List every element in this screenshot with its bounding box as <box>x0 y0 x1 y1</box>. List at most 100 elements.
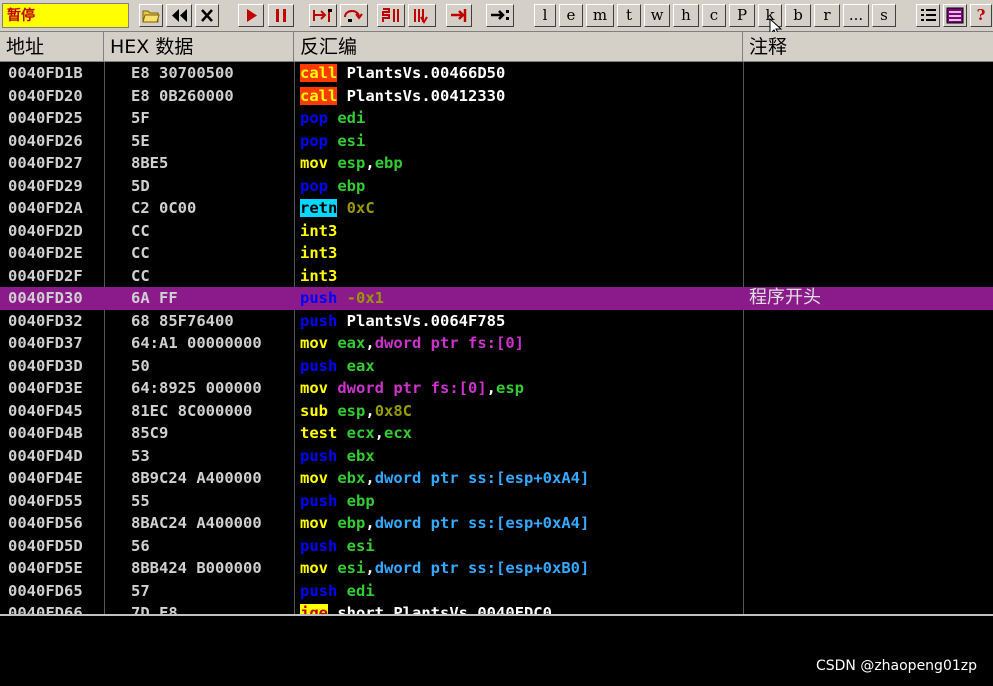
disasm-cell: int3 <box>300 220 337 243</box>
table-row[interactable]: 0040FD2D CC int3 <box>0 220 993 243</box>
table-row[interactable]: 0040FD1B E8 30700500 call PlantsVs.00466D5… <box>0 62 993 85</box>
operand: ebp <box>346 491 375 510</box>
close-process-icon[interactable] <box>195 4 219 27</box>
info-pane[interactable]: CSDN @zhaopeng01zp <box>0 614 993 686</box>
table-row[interactable]: 0040FD32 68 85F76400 push PlantsVs.0064F78… <box>0 310 993 333</box>
toolbar-letter-e[interactable]: e <box>559 4 583 27</box>
disasm-cell: mov ebx,dword ptr ss:[esp+0xA4] <box>300 467 589 490</box>
column-header-address[interactable]: 地址 <box>0 32 104 61</box>
operand-space <box>328 177 337 195</box>
operand: edi <box>337 109 366 127</box>
table-row[interactable]: 0040FD2E CC int3 <box>0 242 993 265</box>
operand-space <box>337 289 346 307</box>
mnemonic: push <box>300 581 338 600</box>
column-header-hex[interactable]: HEX 数据 <box>104 32 294 61</box>
address-cell: 0040FD29 <box>8 176 83 195</box>
hex-cell: 85C9 <box>131 424 169 442</box>
toolbar-letter-P[interactable]: P <box>729 4 755 27</box>
table-row[interactable]: 0040FD20 E8 0B260000 call PlantsVs.0041233… <box>0 85 993 108</box>
step-over-icon[interactable] <box>340 4 368 27</box>
address-cell: 0040FD2A <box>8 199 83 217</box>
table-row[interactable]: 0040FD4B 85C9 test ecx,ecx <box>0 422 993 445</box>
table-row[interactable]: 0040FD3D 50 push eax <box>0 355 993 378</box>
table-row[interactable]: 0040FD55 55 push ebp <box>0 490 993 513</box>
table-row[interactable]: 0040FD56 8BAC24 A400000 mov ebp,dword ptr … <box>0 512 993 535</box>
table-row[interactable]: 0040FD45 81EC 8C000000 sub esp,0x8C <box>0 400 993 423</box>
address-cell: 0040FD25 <box>8 109 83 127</box>
step-into-icon[interactable] <box>309 4 337 27</box>
table-row[interactable]: 0040FD26 5E pop esi <box>0 130 993 153</box>
restart-icon[interactable] <box>166 4 192 27</box>
table-row[interactable]: 0040FD25 5F pop edi <box>0 107 993 130</box>
table-row[interactable]: 0040FD4E 8B9C24 A400000 mov ebx,dword ptr … <box>0 467 993 490</box>
operand-space <box>337 447 346 465</box>
table-row[interactable]: 0040FD27 8BE5 mov esp,ebp <box>0 152 993 175</box>
toolbar-letter-s[interactable]: s <box>872 4 896 27</box>
execute-till-return-icon[interactable] <box>446 4 472 27</box>
hex-cell: CC <box>131 221 150 240</box>
operand-space <box>337 582 346 600</box>
operand-space <box>328 132 337 150</box>
toolbar-letter-m[interactable]: m <box>586 4 614 27</box>
address-cell: 0040FD3E <box>8 379 83 397</box>
toolbar-letter-r[interactable]: r <box>814 4 840 27</box>
operand-space <box>337 64 346 82</box>
toolbar-letter-t[interactable]: t <box>617 4 641 27</box>
table-row[interactable]: 0040FD5E 8BB424 B000000 mov esi,dword ptr … <box>0 557 993 580</box>
mnemonic: mov <box>300 559 328 577</box>
mnemonic: jge <box>300 604 328 614</box>
animate-over-icon[interactable] <box>408 4 436 27</box>
column-header-comment[interactable]: 注释 <box>743 32 993 61</box>
disasm-cell: mov ebp,dword ptr ss:[esp+0xA4] <box>300 512 589 535</box>
mnemonic: push <box>300 356 338 375</box>
table-row-selected[interactable]: 0040FD30 6A FF push -0x1 程序开头 <box>0 287 993 310</box>
run-icon[interactable] <box>238 4 264 27</box>
help-button[interactable]: ? <box>970 4 992 27</box>
toolbar-letter-c[interactable]: c <box>702 4 726 27</box>
operand: esp <box>337 154 366 172</box>
mnemonic: test <box>300 424 338 442</box>
disasm-cell: mov eax,dword ptr fs:[0] <box>300 332 524 355</box>
table-row[interactable]: 0040FD66 7D F8 jge short PlantsVs.0040FDC0 <box>0 602 993 614</box>
disasm-cell: pop edi <box>300 107 365 130</box>
hex-cell: CC <box>131 266 150 285</box>
table-row[interactable]: 0040FD4D 53 push ebx <box>0 445 993 468</box>
table-row[interactable]: 0040FD29 5D pop ebp <box>0 175 993 198</box>
address-cell: 0040FD2E <box>8 244 83 262</box>
toolbar: 暂停 l e m t w h c P k b r ... s ? <box>0 0 993 37</box>
table-row[interactable]: 0040FD2F CC int3 <box>0 265 993 288</box>
table-row[interactable]: 0040FD65 57 push edi <box>0 580 993 603</box>
toolbar-letter-ellipsis[interactable]: ... <box>843 4 869 27</box>
table-row[interactable]: 0040FD3E 64:8925 000000 mov dword ptr fs:[… <box>0 377 993 400</box>
hex-cell: 8BE5 <box>131 154 169 172</box>
open-file-icon[interactable] <box>139 4 163 27</box>
windows-icon[interactable] <box>943 4 967 27</box>
address-cell: 0040FD4E <box>8 469 83 487</box>
operand-space <box>328 514 337 532</box>
address-cell: 0040FD32 <box>8 311 83 330</box>
animate-into-icon[interactable] <box>377 4 405 27</box>
disasm-cell: push ebx <box>300 445 375 468</box>
hex-cell: 57 <box>131 581 150 600</box>
column-header-disasm[interactable]: 反汇编 <box>294 32 743 61</box>
toolbar-letter-w[interactable]: w <box>644 4 670 27</box>
go-to-address-icon[interactable] <box>486 4 514 27</box>
address-cell: 0040FD3D <box>8 356 83 375</box>
disasm-cell: push -0x1 <box>300 287 384 310</box>
table-row[interactable]: 0040FD5D 56 push esi <box>0 535 993 558</box>
list-options-icon[interactable] <box>916 4 940 27</box>
table-row[interactable]: 0040FD2A C2 0C00 retn 0xC <box>0 197 993 220</box>
watermark: CSDN @zhaopeng01zp <box>815 658 977 674</box>
pause-icon[interactable] <box>268 4 294 27</box>
toolbar-letter-b[interactable]: b <box>785 4 811 27</box>
toolbar-letter-l[interactable]: l <box>534 4 556 27</box>
disasm-cell: push ebp <box>300 490 375 513</box>
table-row[interactable]: 0040FD37 64:A1 00000000 mov eax,dword ptr … <box>0 332 993 355</box>
operand-space <box>328 109 337 127</box>
operand-space <box>328 469 337 487</box>
disassembly-listing[interactable]: 0040FD1B E8 30700500 call PlantsVs.00466D5… <box>0 62 993 614</box>
operand-space <box>328 604 337 614</box>
mnemonic: mov <box>300 469 328 487</box>
address-cell: 0040FD26 <box>8 131 83 150</box>
toolbar-letter-h[interactable]: h <box>673 4 699 27</box>
